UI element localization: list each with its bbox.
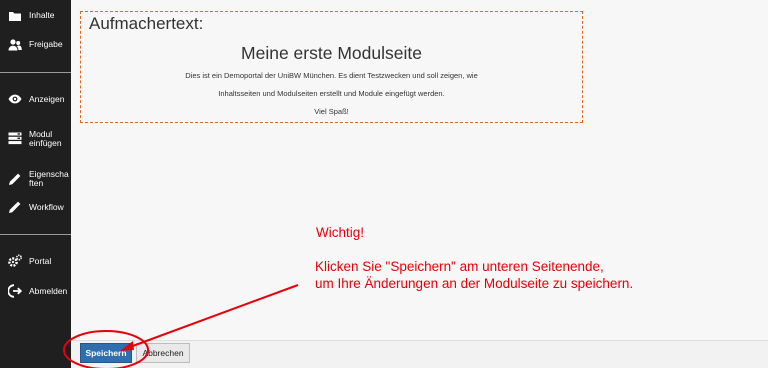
sidebar-item-label: Modul einfügen	[29, 129, 62, 148]
teaser-text-line: Viel Spaß!	[314, 107, 349, 116]
sidebar-item-workflow[interactable]: Workflow	[0, 200, 71, 216]
sidebar-item-label: Workflow	[29, 202, 64, 212]
sidebar-item-label: Freigabe	[29, 39, 63, 49]
sidebar-item-inhalte[interactable]: Inhalte	[0, 8, 71, 24]
sidebar-item-label: Anzeigen	[29, 94, 65, 104]
pencil-icon	[9, 173, 21, 185]
sidebar-item-label: Inhalte	[29, 10, 55, 20]
users-icon	[8, 39, 22, 51]
teaser-text-line: Inhaltsseiten und Modulseiten erstellt u…	[218, 89, 445, 98]
sidebar-divider	[0, 72, 71, 73]
teaser-title: Meine erste Modulseite	[241, 43, 422, 63]
sidebar-item-freigabe[interactable]: Freigabe	[0, 37, 71, 53]
teaser-label: Aufmachertext:	[89, 14, 204, 33]
sidebar-item-abmelden[interactable]: Abmelden	[0, 284, 71, 300]
folder-icon	[9, 12, 21, 21]
sidebar-item-label: Eigenschaften	[29, 169, 69, 188]
sidebar-item-portal[interactable]: Portal	[0, 254, 71, 270]
pencil-icon	[9, 201, 21, 213]
sidebar-item-eigenschaften[interactable]: Eigenschaften	[0, 168, 71, 190]
sidebar: Inhalte Freigabe Anzeigen Modul einfügen…	[0, 0, 71, 368]
sidebar-item-label: Abmelden	[29, 286, 68, 296]
gears-icon	[8, 254, 22, 267]
sidebar-item-label: Portal	[29, 256, 52, 266]
save-button[interactable]: Speichern	[80, 343, 132, 363]
annotation-line: Klicken Sie "Speichern" am unteren Seite…	[315, 259, 604, 274]
teaser-text-line: Dies ist ein Demoportal der UniBW Münche…	[185, 71, 478, 80]
annotation-line: um Ihre Änderungen an der Modulseite zu …	[315, 276, 634, 291]
sidebar-divider	[0, 234, 71, 235]
sidebar-item-anzeigen[interactable]: Anzeigen	[0, 92, 71, 108]
logout-icon	[8, 284, 22, 298]
eye-icon	[8, 94, 22, 104]
teaser-module[interactable]: Aufmachertext: Meine erste Modulseite Di…	[80, 11, 583, 123]
cancel-button[interactable]: Abbrechen	[136, 343, 190, 363]
annotation-heading: Wichtig!	[316, 225, 365, 240]
module-icon	[8, 132, 22, 145]
sidebar-item-modul-einfuegen[interactable]: Modul einfügen	[0, 128, 71, 150]
